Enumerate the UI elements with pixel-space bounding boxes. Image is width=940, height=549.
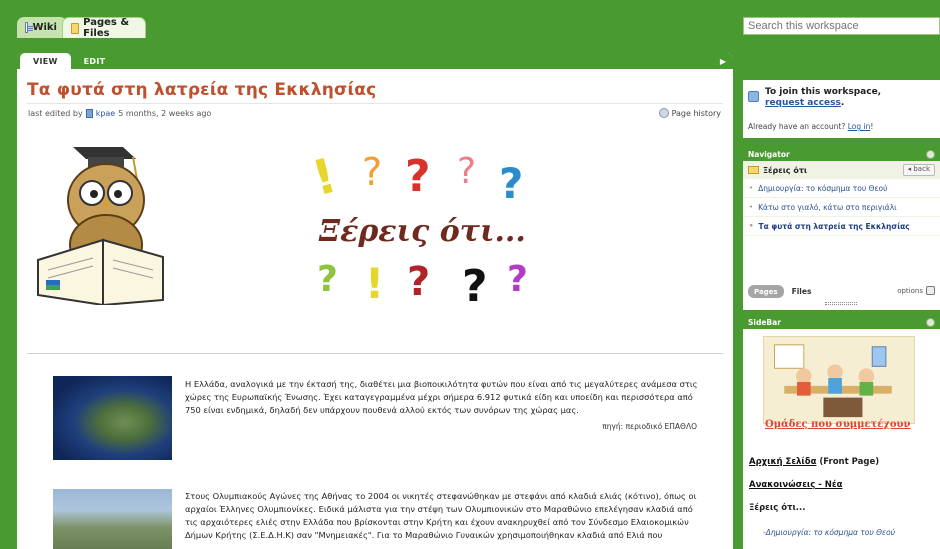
last-edited-prefix: last edited by [28,109,83,118]
did-you-know-heading: Ξέρεις ότι... [749,503,806,513]
main-panel: VIEW EDIT ▶ Τα φυτά στη λατρεία της Εκκλ… [17,53,733,549]
collapse-icon[interactable] [926,150,935,159]
workspace-tab-bar: Wiki Pages & Files [0,0,740,39]
page-history-link[interactable]: Page history [658,108,721,118]
olympics-paragraph: Στους Ολυμπιακούς Αγώνες της Αθήνας το 2… [185,491,697,540]
title-divider [27,103,723,104]
svg-text:?: ? [462,261,488,303]
tab-pages[interactable]: Pages [748,285,784,298]
tab-view[interactable]: VIEW [20,53,71,69]
sidebar-header: SideBar [743,316,940,329]
olive-tree-image [53,489,172,549]
resize-handle[interactable] [825,302,857,305]
greece-satellite-image [53,376,172,460]
page-history-label: Page history [671,108,721,118]
collapse-icon[interactable] [926,318,935,327]
search-input[interactable] [743,17,940,35]
folder-icon [71,22,80,34]
navigator-folder-label: Ξέρεις ότι [763,165,808,175]
back-button[interactable]: ◂ back [902,164,935,176]
options-label: options [897,286,923,295]
sidebar-title: SideBar [748,318,781,327]
user-icon [85,109,93,118]
svg-text:?: ? [499,159,523,208]
navigator-folder[interactable]: Ξέρεις ότι ◂ back [743,161,940,179]
news-item: Ανακοινώσεις - Νέα [749,480,842,490]
source-note: πηγή: περιοδικό ΕΠΑΘΛΟ [602,422,697,431]
svg-text:?: ? [407,259,430,303]
history-icon [658,108,669,118]
last-edited-time: 5 months, 2 weeks ago [118,109,212,118]
navigator-panel: Navigator Ξέρεις ότι ◂ back • Δημιουργία:… [743,148,940,310]
already-account-text: Already have an account? [748,122,846,131]
classroom-illustration [763,336,915,424]
options-button[interactable]: options [897,286,935,295]
view-edit-tabs: VIEW EDIT ▶ [17,53,733,69]
svg-text:!: ! [307,153,342,207]
sidebar-panel: SideBar Ομάδες που συμμετέχουν Αρχική Σε… [743,316,940,549]
navigator-tabs: Pages Files [748,285,811,298]
owl-reading-book-image [37,147,164,305]
svg-text:?: ? [457,153,476,192]
navigator-item-label: Κάτω στο γιαλό, κάτω στο περιγιάλι [758,202,897,212]
navigator-item-current[interactable]: • Τα φυτά στη λατρεία της Εκκλησίας [743,217,940,236]
tab-wiki[interactable]: Wiki [17,17,67,38]
tab-pages-files[interactable]: Pages & Files [62,17,146,39]
svg-text:?: ? [317,259,338,300]
join-text-end: . [840,98,845,108]
svg-text:?: ? [405,153,431,202]
folder-icon [748,166,759,174]
navigator-item-label: Δημιουργία: το κόσμημα του Θεού [758,183,888,193]
join-text: To join this workspace, [765,87,882,97]
tab-edit[interactable]: EDIT [71,53,119,69]
news-link[interactable]: Ανακοινώσεις - Νέα [749,480,842,490]
tab-wiki-label: Wiki [32,22,57,33]
join-workspace-box: To join this workspace, request access. … [743,80,940,138]
author-link[interactable]: kpae [96,109,116,118]
login-link[interactable]: Log in [848,122,871,131]
expand-arrow-icon[interactable]: ▶ [720,57,726,66]
last-edited: last edited by kpae 5 months, 2 weeks ag… [28,109,211,118]
tab-files[interactable]: Files [792,287,812,296]
tab-pages-label: Pages & Files [83,17,130,39]
join-icon [748,91,759,102]
navigator-item[interactable]: • Κάτω στο γιαλό, κάτω στο περιγιάλι [743,198,940,217]
svg-text:?: ? [507,259,528,300]
wiki-page-icon [25,22,35,33]
biodiversity-paragraph: Η Ελλάδα, αναλογικά με την έκτασή της, δ… [185,379,698,415]
front-page-link[interactable]: Αρχική Σελίδα [749,457,816,467]
groups-link[interactable]: Ομάδες που συμμετέχουν [765,419,910,430]
page-title: Τα φυτά στη λατρεία της Εκκλησίας [27,80,377,100]
navigator-item-label: Τα φυτά στη λατρεία της Εκκλησίας [758,221,910,231]
svg-text:!: ! [365,259,384,303]
creation-link[interactable]: -Δημιουργία: το κόσμημα του Θεού [763,528,895,537]
gear-icon [926,286,935,295]
navigator-header: Navigator [743,148,940,161]
banner-title: Ξέρεις ότι... [318,214,526,249]
front-page-item: Αρχική Σελίδα (Front Page) [749,457,879,467]
back-label: back [913,165,930,173]
navigator-item[interactable]: • Δημιουργία: το κόσμημα του Θεού [743,179,940,198]
request-access-link[interactable]: request access [765,98,841,108]
did-you-know-banner-image: ! ? ? ? ? Ξέρεις ότι... ? ! ? ? ? [307,153,528,303]
navigator-title: Navigator [748,150,790,159]
svg-text:?: ? [362,153,382,194]
content-divider [27,353,723,354]
front-page-suffix: (Front Page) [816,457,880,467]
